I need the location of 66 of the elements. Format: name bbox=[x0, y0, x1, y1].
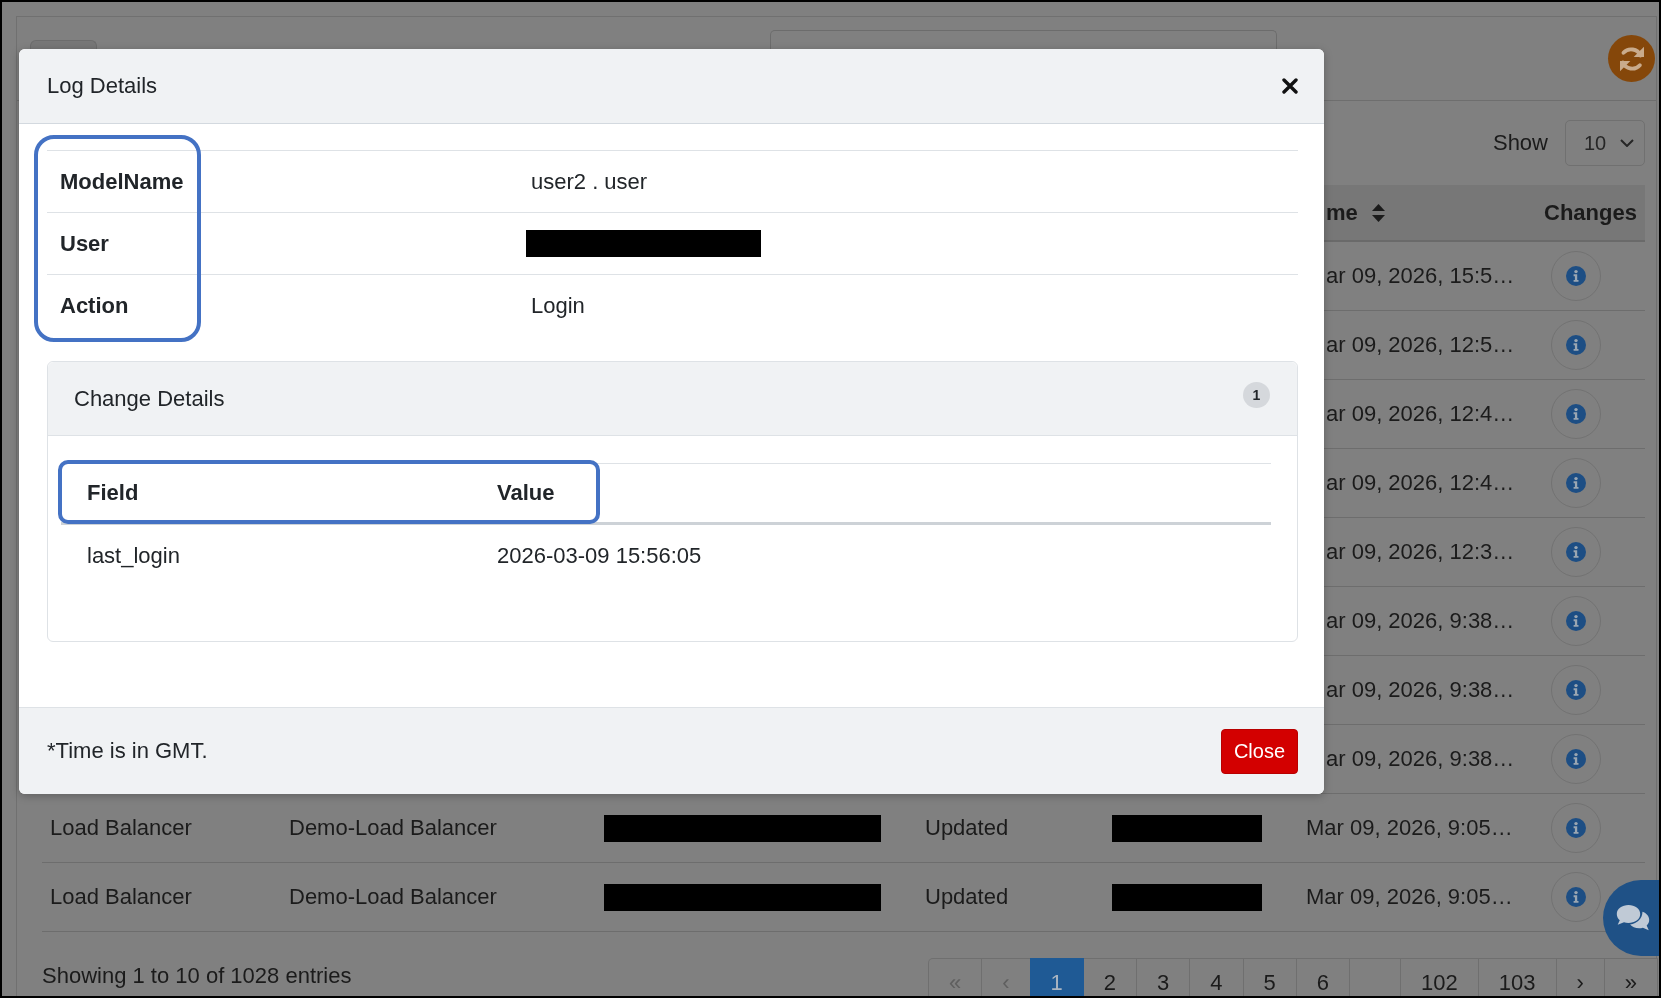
timestamp-text: Mar 09, 2026, 9:05… bbox=[1306, 884, 1513, 910]
info-button[interactable] bbox=[1551, 251, 1601, 301]
timestamp-text: Mar 09, 2026, 9:05… bbox=[1306, 815, 1513, 841]
info-button[interactable] bbox=[1551, 872, 1601, 922]
info-icon bbox=[1566, 335, 1586, 355]
name-text: Demo-Load Balancer bbox=[289, 884, 497, 910]
timestamp-text: ar 09, 2026, 12:3… bbox=[1326, 539, 1515, 565]
timestamp-text: ar 09, 2026, 9:38… bbox=[1326, 746, 1515, 772]
info-button[interactable] bbox=[1551, 527, 1601, 577]
property-label: Action bbox=[60, 292, 129, 319]
dialog-title: Log Details bbox=[47, 73, 158, 99]
refresh-icon bbox=[1618, 45, 1645, 72]
refresh-button[interactable] bbox=[1608, 35, 1655, 82]
info-button[interactable] bbox=[1551, 320, 1601, 370]
field-value: 2026-03-09 15:56:05 bbox=[497, 542, 702, 569]
close-button[interactable]: Close bbox=[1221, 728, 1298, 774]
info-icon bbox=[1566, 680, 1586, 700]
timestamp-text: ar 09, 2026, 15:5… bbox=[1326, 263, 1515, 289]
chat-button[interactable] bbox=[1603, 880, 1659, 956]
info-icon bbox=[1566, 473, 1586, 493]
info-icon bbox=[1566, 611, 1586, 631]
column-header: Value bbox=[497, 480, 555, 506]
timestamp-text: ar 09, 2026, 9:38… bbox=[1326, 608, 1515, 634]
page-button[interactable]: » bbox=[1603, 958, 1659, 996]
search-field[interactable] bbox=[770, 30, 1277, 49]
sortable-column-header[interactable]: me bbox=[1326, 199, 1385, 226]
chevron-down-icon bbox=[1620, 139, 1634, 147]
info-icon bbox=[1566, 542, 1586, 562]
info-button[interactable] bbox=[1551, 389, 1601, 439]
field-name: last_login bbox=[87, 542, 180, 569]
info-icon bbox=[1566, 266, 1586, 286]
close-icon bbox=[1282, 78, 1298, 94]
info-button[interactable] bbox=[1551, 734, 1601, 784]
footnote: *Time is in GMT. bbox=[47, 738, 208, 764]
property-value: user2 . user bbox=[531, 168, 648, 195]
page-button[interactable]: 1 bbox=[1029, 958, 1084, 996]
sort-icon bbox=[1371, 203, 1385, 222]
info-icon bbox=[1566, 818, 1586, 838]
column-header: Field bbox=[87, 480, 139, 506]
show-label: Show bbox=[1492, 130, 1548, 156]
info-button[interactable] bbox=[1551, 458, 1601, 508]
name-text: Demo-Load Balancer bbox=[289, 815, 497, 841]
count-badge: 1 bbox=[1243, 381, 1270, 408]
info-button[interactable] bbox=[1551, 665, 1601, 715]
info-button[interactable] bbox=[1551, 803, 1601, 853]
type-text: Load Balancer bbox=[50, 815, 192, 841]
type-text: Load Balancer bbox=[50, 884, 192, 910]
info-button[interactable] bbox=[1551, 596, 1601, 646]
timestamp-text: ar 09, 2026, 12:4… bbox=[1326, 401, 1515, 427]
info-icon bbox=[1566, 404, 1586, 424]
close-button[interactable] bbox=[1282, 78, 1298, 94]
toolbar-button[interactable] bbox=[30, 40, 97, 49]
property-label: User bbox=[60, 230, 109, 257]
info-icon bbox=[1566, 887, 1586, 907]
entries-info: Showing 1 to 10 of 1028 entries bbox=[42, 963, 352, 988]
property-value: Login bbox=[531, 292, 585, 319]
timestamp-text: ar 09, 2026, 12:4… bbox=[1326, 470, 1515, 496]
column-header: Changes bbox=[1544, 199, 1637, 226]
action-text: Updated bbox=[925, 815, 1009, 841]
property-label: ModelName bbox=[60, 168, 184, 195]
action-text: Updated bbox=[925, 884, 1009, 910]
card-title: Change Details bbox=[74, 385, 225, 412]
timestamp-text: ar 09, 2026, 12:5… bbox=[1326, 332, 1515, 358]
info-icon bbox=[1566, 749, 1586, 769]
timestamp-text: ar 09, 2026, 9:38… bbox=[1326, 677, 1515, 703]
page-size-select[interactable]: 10 bbox=[1565, 120, 1645, 166]
